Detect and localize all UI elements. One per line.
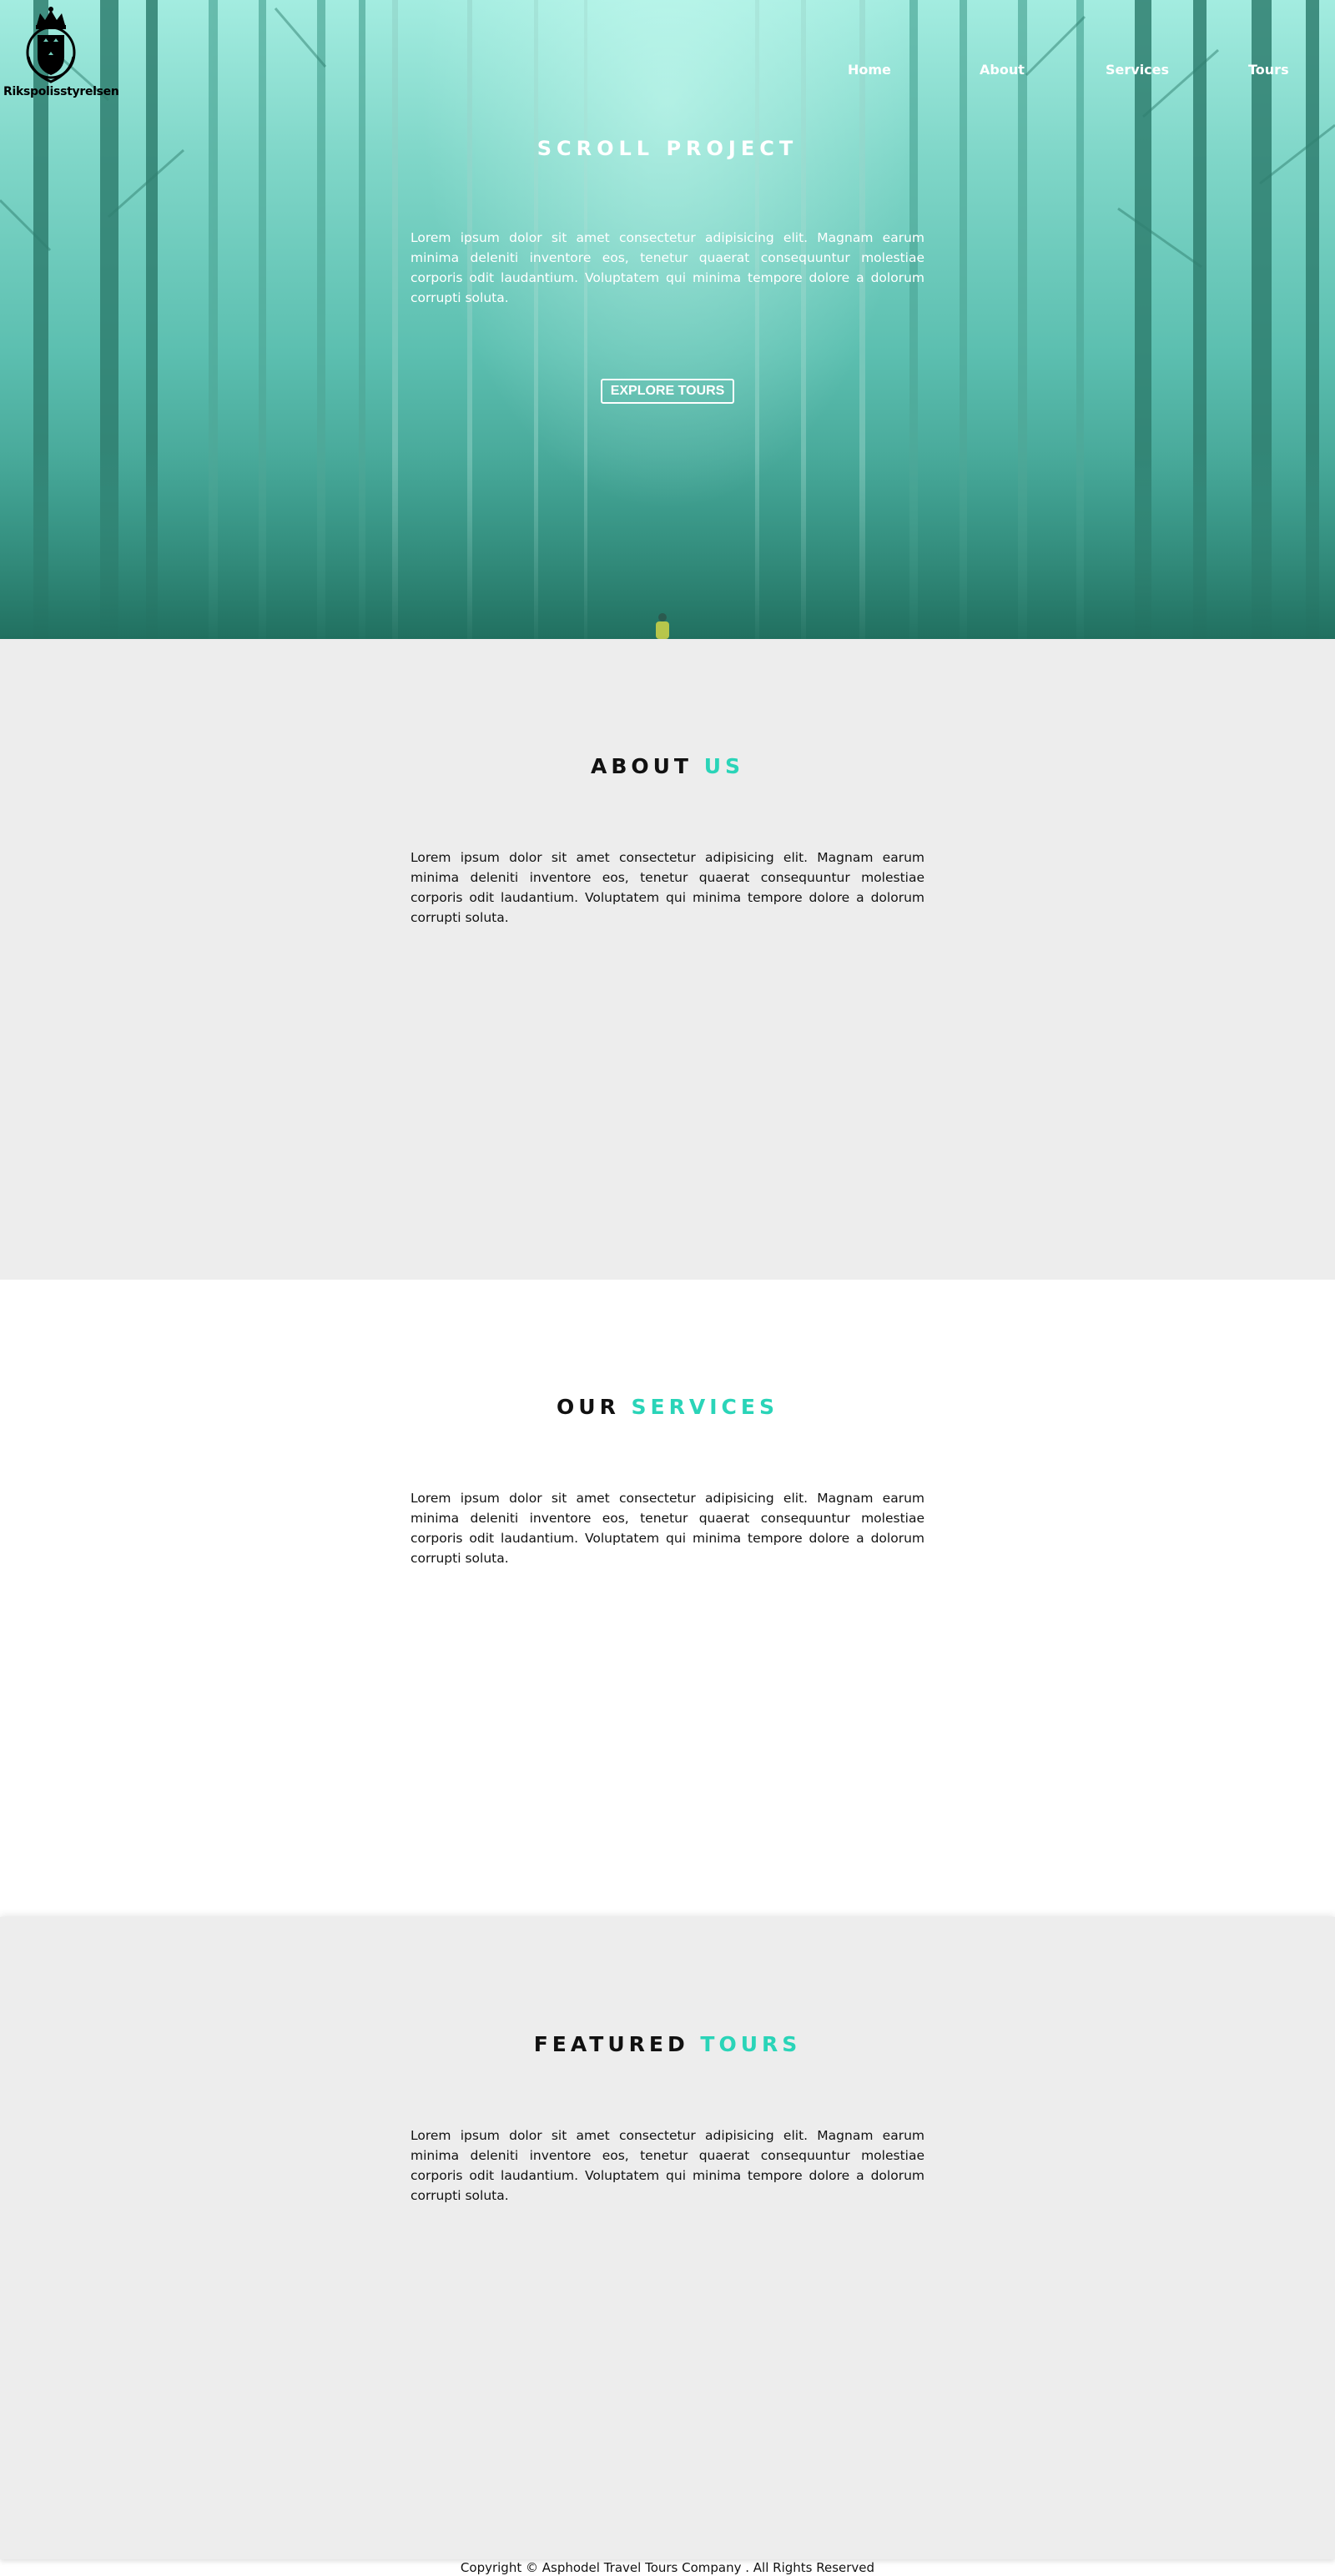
about-title-main: ABOUT [590, 754, 693, 778]
copyright-text: Copyright © Asphodel Travel Tours Compan… [460, 2560, 875, 2575]
main-navigation: Home About Services Tours [834, 62, 1335, 78]
services-section: OUR SERVICES Lorem ipsum dolor sit amet … [0, 1280, 1335, 1917]
mist-overlay [0, 0, 1335, 639]
services-title-main: OUR [557, 1395, 620, 1419]
nav-link-services[interactable]: Services [1106, 62, 1169, 78]
about-text: Lorem ipsum dolor sit amet consectetur a… [411, 850, 924, 925]
tours-title-main: FEATURED [533, 2032, 689, 2056]
services-text: Lorem ipsum dolor sit amet consectetur a… [411, 1491, 924, 1566]
explore-tours-button[interactable]: EXPLORE TOURS [601, 379, 734, 404]
nav-link-about[interactable]: About [980, 62, 1025, 78]
hero-section: Rikspolisstyrelsen Home About Services T… [0, 0, 1335, 639]
tours-title-accent: TOURS [700, 2032, 802, 2056]
services-title-accent: SERVICES [631, 1395, 778, 1419]
tours-text: Lorem ipsum dolor sit amet consectetur a… [411, 2128, 924, 2203]
tours-title: FEATURED TOURS [0, 2032, 1335, 2056]
hero-title: SCROLL PROJECT [537, 137, 798, 160]
crowned-shield-emblem-icon [26, 7, 76, 83]
nav-link-tours[interactable]: Tours [1248, 62, 1289, 78]
site-footer: Copyright © Asphodel Travel Tours Compan… [0, 2559, 1335, 2576]
about-title: ABOUT US [0, 754, 1335, 778]
site-logo[interactable]: Rikspolisstyrelsen [0, 7, 119, 98]
about-title-accent: US [703, 754, 745, 778]
services-title: OUR SERVICES [0, 1395, 1335, 1419]
brand-name: Rikspolisstyrelsen [3, 85, 119, 98]
nav-link-home[interactable]: Home [848, 62, 891, 78]
tours-section: FEATURED TOURS Lorem ipsum dolor sit ame… [0, 1917, 1335, 2559]
about-section: ABOUT US Lorem ipsum dolor sit amet cons… [0, 639, 1335, 1280]
hero-description: Lorem ipsum dolor sit amet consectetur a… [411, 230, 924, 305]
